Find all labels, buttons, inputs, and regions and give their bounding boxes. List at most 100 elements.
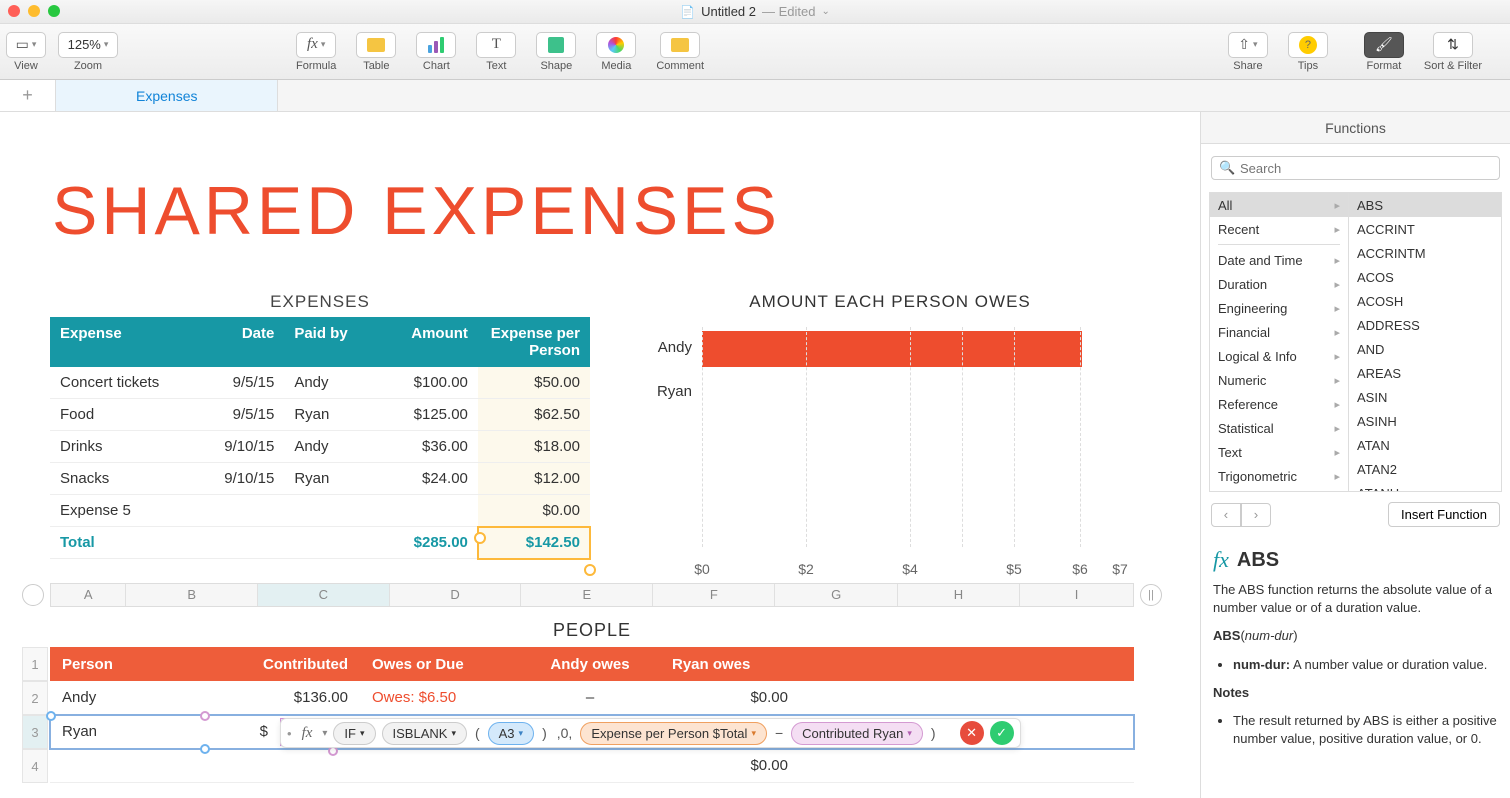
minimize-icon[interactable]	[28, 5, 40, 17]
formula-button[interactable]: fx▾Formula	[296, 32, 336, 72]
table-row[interactable]: Expense 5$0.00	[50, 495, 590, 527]
selection-handle[interactable]	[474, 532, 486, 544]
title-text: Untitled 2	[701, 4, 756, 19]
table-row[interactable]: Drinks9/10/15Andy$36.00$18.00	[50, 431, 590, 463]
tips-button[interactable]: ?Tips	[1288, 32, 1328, 72]
token-ref[interactable]: A3▾	[488, 722, 534, 745]
chart-title: AMOUNT EACH PERSON OWES	[640, 292, 1140, 312]
list-item[interactable]: Statistical▸	[1210, 416, 1348, 440]
expenses-table[interactable]: Expense Date Paid by Amount Expense per …	[50, 317, 590, 559]
chart-cat: Andy	[632, 339, 692, 356]
function-list[interactable]: ABS ACCRINT ACCRINTM ACOS ACOSH ADDRESS …	[1349, 192, 1502, 492]
token-if[interactable]: IF▾	[333, 722, 375, 745]
titlebar: 📄 Untitled 2 — Edited ⌄	[0, 0, 1510, 24]
row-numbers: 1 2 3 4	[22, 647, 48, 783]
cancel-formula-button[interactable]: ✕	[960, 721, 984, 745]
formula-editor[interactable]: • fx▾ IF▾ ISBLANK▾ ( A3▾ ) ,0, Expense p…	[280, 718, 1021, 748]
list-item[interactable]: ASIN	[1349, 385, 1501, 409]
selection-handle[interactable]	[46, 711, 56, 721]
list-item[interactable]: Text▸	[1210, 440, 1348, 464]
bullet-icon: •	[287, 726, 292, 741]
list-item[interactable]: Financial▸	[1210, 320, 1348, 344]
close-icon[interactable]	[8, 5, 20, 17]
shape-button[interactable]: Shape	[536, 32, 576, 72]
document-title[interactable]: 📄 Untitled 2 — Edited ⌄	[680, 4, 830, 19]
token-isblank[interactable]: ISBLANK▾	[382, 722, 467, 745]
list-item[interactable]: ATANH	[1349, 481, 1501, 492]
col-per[interactable]: Expense per Person	[478, 317, 590, 367]
canvas[interactable]: SHARED EXPENSES EXPENSES Expense Date Pa…	[0, 112, 1200, 798]
back-button[interactable]: ‹	[1211, 503, 1241, 527]
zoom-icon[interactable]	[48, 5, 60, 17]
list-item[interactable]: Duration▸	[1210, 272, 1348, 296]
expenses-title: EXPENSES	[50, 292, 590, 312]
list-item[interactable]: ATAN2	[1349, 457, 1501, 481]
table-row[interactable]: Snacks9/10/15Ryan$24.00$12.00	[50, 463, 590, 495]
row-handle[interactable]	[22, 584, 44, 606]
list-item[interactable]: Recent▸	[1210, 217, 1348, 241]
list-item[interactable]: ACOS	[1349, 265, 1501, 289]
tab-expenses[interactable]: Expenses	[56, 80, 278, 111]
fx-icon: fx	[298, 725, 317, 742]
category-list[interactable]: All▸ Recent▸ Date and Time▸ Duration▸ En…	[1209, 192, 1349, 492]
list-item[interactable]: AND	[1349, 337, 1501, 361]
list-item[interactable]: ACOSH	[1349, 289, 1501, 313]
forward-button[interactable]: ›	[1241, 503, 1271, 527]
col-expense[interactable]: Expense	[50, 317, 203, 367]
selection-handle[interactable]	[200, 744, 210, 754]
table-row[interactable]: Food9/5/15Ryan$125.00$62.50	[50, 399, 590, 431]
view-button[interactable]: ▭▾ View	[6, 32, 46, 72]
insert-function-button[interactable]: Insert Function	[1388, 502, 1500, 527]
page-title: SHARED EXPENSES	[52, 172, 781, 250]
list-item[interactable]: ACCRINT	[1349, 217, 1501, 241]
token-ref[interactable]: Expense per Person $Total▾	[580, 722, 767, 745]
zoom-button[interactable]: 125%▾ Zoom	[58, 32, 118, 72]
search-icon: 🔍	[1219, 160, 1235, 176]
traffic-lights	[8, 5, 60, 17]
list-item[interactable]: AREAS	[1349, 361, 1501, 385]
column-headers[interactable]: A B C D E F G H I	[50, 583, 1134, 607]
table-row[interactable]: Concert tickets9/5/15Andy$100.00$50.00	[50, 367, 590, 399]
list-item[interactable]: Trigonometric▸	[1210, 464, 1348, 488]
media-icon	[608, 37, 624, 53]
list-item[interactable]: ACCRINTM	[1349, 241, 1501, 265]
total-row[interactable]: Total$285.00$142.50	[50, 527, 590, 559]
people-header[interactable]: Person Contributed Owes or Due Andy owes…	[50, 647, 1134, 681]
list-item[interactable]: ASINH	[1349, 409, 1501, 433]
table-button[interactable]: Table	[356, 32, 396, 72]
search-input[interactable]	[1211, 156, 1500, 180]
sort-filter-button[interactable]: ⇅Sort & Filter	[1424, 32, 1482, 72]
sidebar-title: Functions	[1201, 112, 1510, 144]
list-item[interactable]: Logical & Info▸	[1210, 344, 1348, 368]
selection-handle[interactable]	[584, 564, 596, 576]
comment-button[interactable]: Comment	[656, 32, 704, 72]
accept-formula-button[interactable]: ✓	[990, 721, 1014, 745]
table-row[interactable]: $0.00	[50, 749, 1134, 783]
table-row[interactable]: Andy $136.00 Owes: $6.50 – $0.00	[50, 681, 1134, 715]
col-paidby[interactable]: Paid by	[284, 317, 376, 367]
list-item[interactable]: Reference▸	[1210, 392, 1348, 416]
share-button[interactable]: ▾Share	[1228, 32, 1268, 72]
bar-chart[interactable]: Andy Ryan $0 $2 $4 $5 $6 $7	[640, 327, 1140, 587]
format-button[interactable]: 🖌Format	[1364, 32, 1404, 72]
document-icon: 📄	[680, 5, 695, 19]
chart-icon	[428, 37, 444, 53]
media-button[interactable]: Media	[596, 32, 636, 72]
add-sheet-button[interactable]: +	[0, 80, 56, 111]
col-amount[interactable]: Amount	[376, 317, 478, 367]
chart-cat: Ryan	[632, 383, 692, 400]
list-item[interactable]: Numeric▸	[1210, 368, 1348, 392]
list-item[interactable]: Date and Time▸	[1210, 248, 1348, 272]
chart-button[interactable]: Chart	[416, 32, 456, 72]
text-button[interactable]: TText	[476, 32, 516, 72]
selection-handle[interactable]	[200, 711, 210, 721]
token-ref[interactable]: Contributed Ryan▾	[791, 722, 923, 745]
list-item[interactable]: All▸	[1210, 193, 1348, 217]
col-date[interactable]: Date	[203, 317, 285, 367]
list-item[interactable]: Engineering▸	[1210, 296, 1348, 320]
list-item[interactable]: ADDRESS	[1349, 313, 1501, 337]
list-item[interactable]: ATAN	[1349, 433, 1501, 457]
search-field[interactable]: 🔍	[1211, 156, 1500, 180]
list-item[interactable]: ABS	[1349, 193, 1501, 217]
row-handle[interactable]: ||	[1140, 584, 1162, 606]
